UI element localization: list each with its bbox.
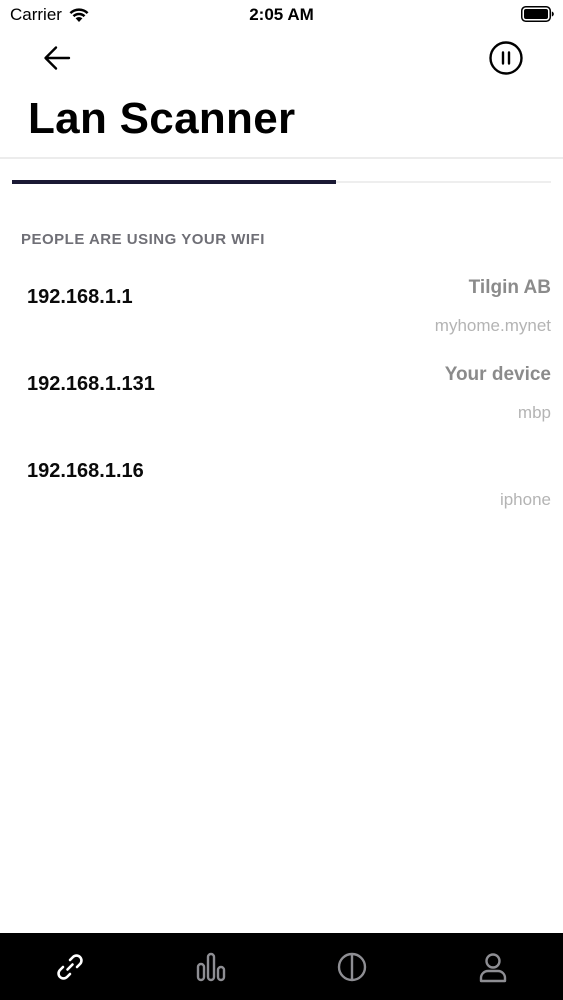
bar-chart-icon	[196, 952, 226, 981]
status-time: 2:05 AM	[249, 5, 314, 24]
back-button[interactable]	[38, 40, 76, 76]
bottom-tab-bar	[0, 933, 563, 1000]
device-ip: 192.168.1.1	[27, 286, 133, 308]
tab-stats[interactable]	[141, 933, 281, 1000]
page-title: Lan Scanner	[28, 94, 296, 143]
pause-button[interactable]	[488, 40, 524, 76]
half-circle-icon	[337, 952, 367, 981]
tab-link[interactable]	[0, 933, 140, 1000]
device-hostname: mbp	[517, 403, 551, 422]
link-icon	[57, 953, 83, 980]
device-vendor: Tilgin AB	[468, 277, 551, 298]
section-header: PEOPLE ARE USING YOUR WIFI	[21, 231, 265, 248]
arrow-left-icon	[44, 46, 71, 70]
tab-profile[interactable]	[423, 933, 563, 1000]
pause-circle-icon	[489, 41, 523, 75]
device-row[interactable]: 192.168.1.131 Your device mbp	[0, 359, 563, 443]
device-vendor: Your device	[444, 364, 551, 385]
device-ip: 192.168.1.131	[27, 373, 155, 395]
device-row[interactable]: 192.168.1.16 iphone	[0, 446, 563, 530]
status-bar: Carrier 2:05 AM	[0, 0, 563, 30]
device-hostname: iphone	[499, 490, 551, 509]
battery-icon	[521, 6, 554, 22]
device-ip: 192.168.1.16	[27, 460, 144, 482]
user-icon	[479, 952, 507, 982]
segment-active-indicator[interactable]	[12, 180, 336, 184]
device-row[interactable]: 192.168.1.1 Tilgin AB myhome.mynet	[0, 272, 563, 356]
tab-contrast[interactable]	[282, 933, 422, 1000]
header-divider	[0, 157, 563, 159]
device-hostname: myhome.mynet	[434, 316, 551, 335]
